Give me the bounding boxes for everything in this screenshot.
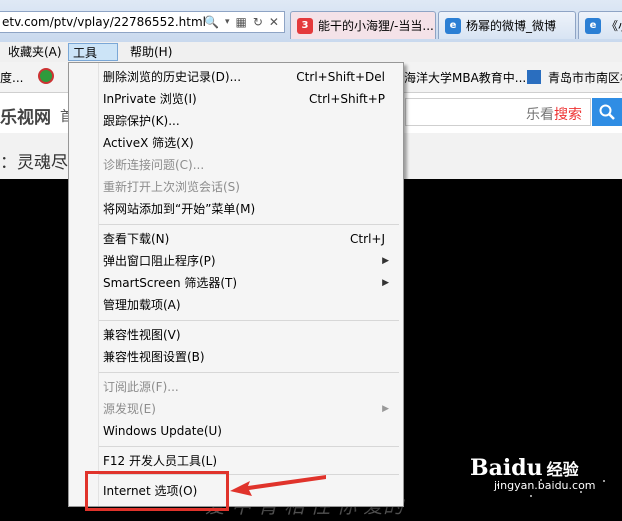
menu-item-popup-blocker[interactable]: 弹出窗口阻止程序(P) ▶ xyxy=(103,251,399,271)
address-actions: 🔍 ▾ ▦ ↻ ✕ xyxy=(204,14,284,30)
menu-item-add-to-start[interactable]: 将网站添加到“开始”菜单(M) xyxy=(103,199,399,219)
favorite-site-icon xyxy=(38,68,54,84)
submenu-arrow-icon: ▶ xyxy=(382,256,389,266)
tools-menu: 删除浏览的历史记录(D)... Ctrl+Shift+Del InPrivate … xyxy=(68,62,404,507)
ie-icon: e xyxy=(585,17,601,34)
favorite-item[interactable]: 青岛市市南区机 xyxy=(548,69,622,86)
menu-item-delete-history[interactable]: 删除浏览的历史记录(D)... Ctrl+Shift+Del xyxy=(103,67,399,87)
video-title: ：灵魂尽 xyxy=(0,153,68,173)
menu-item-view-downloads[interactable]: 查看下载(N) Ctrl+J xyxy=(103,229,399,249)
tab-weibo[interactable]: e 杨幂的微博_微博 xyxy=(438,11,576,39)
menu-item-diagnose: 诊断连接问题(C)... xyxy=(103,158,205,172)
address-bar[interactable]: etv.com/ptv/vplay/22786552.html 🔍 ▾ ▦ ↻ … xyxy=(0,11,285,33)
tab-third[interactable]: e 《小 xyxy=(578,11,622,39)
menu-item-feed-discovery: 源发现(E) ▶ xyxy=(103,399,399,419)
favorite-item[interactable]: 海洋大学MBA教育中... xyxy=(404,69,526,86)
stop-icon[interactable]: ✕ xyxy=(269,15,279,29)
menu-item-f12-devtools[interactable]: F12 开发人员工具(L) xyxy=(103,451,399,471)
menu-bar: 收藏夹(A) 工具(T) 帮助(H) xyxy=(0,42,622,78)
dangdang-icon: 3 xyxy=(297,17,313,34)
refresh-icon[interactable]: ↻ xyxy=(253,15,263,29)
pointer-arrow-icon xyxy=(230,475,326,496)
menu-item-smartscreen[interactable]: SmartScreen 筛选器(T) ▶ xyxy=(103,273,399,293)
tab-dangdang[interactable]: 3 能干的小海狸/-当当... ✕ xyxy=(290,11,436,39)
watermark-url: jingyan.baidu.com xyxy=(494,479,596,492)
menu-item-inprivate[interactable]: InPrivate 浏览(I) Ctrl+Shift+P xyxy=(103,89,399,109)
baidu-watermark: Baidu 经验 jingyan.baidu.com xyxy=(470,455,596,492)
menu-separator xyxy=(99,372,399,373)
address-url[interactable]: etv.com/ptv/vplay/22786552.html xyxy=(2,15,206,29)
menu-item-subscribe-feed: 订阅此源(F)... xyxy=(103,380,179,394)
menu-tools[interactable]: 工具(T) xyxy=(68,43,118,78)
menu-separator xyxy=(99,320,399,321)
tab-title: 杨幂的微博_微博 xyxy=(466,19,557,33)
menu-separator xyxy=(99,446,399,447)
tab-title: 能干的小海狸/-当当... xyxy=(318,19,434,33)
menu-item-activex-filter[interactable]: ActiveX 筛选(X) xyxy=(103,133,399,153)
menu-favorites[interactable]: 收藏夹(A) xyxy=(4,43,66,61)
dropdown-arrow-icon[interactable]: ▾ xyxy=(225,17,230,27)
submenu-arrow-icon: ▶ xyxy=(382,278,389,288)
submenu-arrow-icon: ▶ xyxy=(382,404,389,414)
menu-gutter xyxy=(98,63,99,506)
baidu-logo: Baidu 经验 xyxy=(470,455,579,481)
compat-view-icon[interactable]: ▦ xyxy=(235,15,246,29)
search-icon[interactable]: 🔍 xyxy=(204,15,219,29)
favorite-site-icon xyxy=(527,70,541,84)
menu-item-windows-update[interactable]: Windows Update(U) xyxy=(103,421,399,441)
search-button[interactable] xyxy=(592,98,622,126)
menu-item-tracking-protection[interactable]: 跟踪保护(K)... xyxy=(103,111,399,131)
site-logo[interactable]: 乐视网 xyxy=(0,103,51,128)
menu-item-compat-view[interactable]: 兼容性视图(V) xyxy=(103,325,399,345)
menu-help[interactable]: 帮助(H) xyxy=(126,43,176,61)
highlight-box xyxy=(85,471,229,511)
search-placeholder: 乐看搜索 xyxy=(526,107,582,123)
menu-separator xyxy=(99,224,399,225)
search-input[interactable]: 乐看搜索 xyxy=(405,98,591,126)
favorite-item[interactable]: 度... xyxy=(0,69,23,86)
search-icon xyxy=(599,104,615,120)
menu-item-compat-settings[interactable]: 兼容性视图设置(B) xyxy=(103,347,399,367)
menu-item-reopen-session: 重新打开上次浏览会话(S) xyxy=(103,180,240,194)
tab-title: 《小 xyxy=(606,19,622,33)
menu-item-manage-addons[interactable]: 管理加载项(A) xyxy=(103,295,399,315)
ie-icon: e xyxy=(445,17,461,34)
